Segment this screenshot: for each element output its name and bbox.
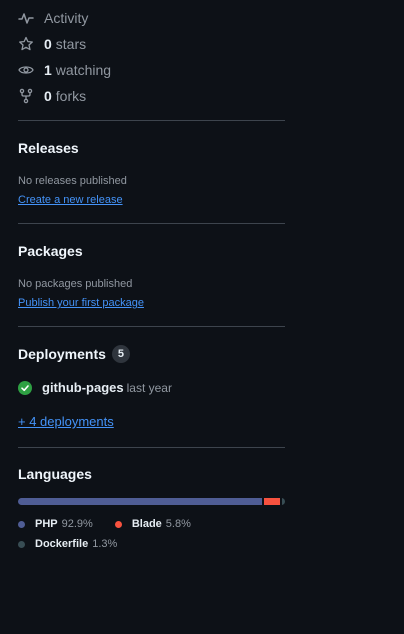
releases-section: Releases No releases published Create a … [18, 121, 285, 223]
deployment-time: last year [126, 380, 172, 395]
star-icon [18, 36, 34, 52]
language-percent: 5.8% [165, 518, 191, 530]
language-bar-segment-dockerfile [281, 498, 285, 505]
deployments-title: Deployments [18, 346, 106, 362]
more-deployments-link[interactable]: + 4 deployments [18, 414, 114, 429]
language-color-dot [18, 540, 25, 548]
check-circle-icon [18, 380, 32, 395]
stats-list: Activity 0 stars 1 watching 0 forks [18, 0, 285, 109]
activity-link[interactable]: Activity [18, 5, 285, 31]
stars-count: 0 [44, 36, 52, 52]
publish-package-link[interactable]: Publish your first package [18, 297, 144, 309]
stars-link[interactable]: 0 stars [18, 31, 285, 57]
releases-empty-text: No releases published [18, 175, 127, 187]
packages-section: Packages No packages published Publish y… [18, 224, 285, 326]
language-color-dot [18, 520, 25, 528]
releases-title[interactable]: Releases [18, 140, 285, 156]
languages-title: Languages [18, 466, 92, 482]
forks-count: 0 [44, 88, 52, 104]
language-bar-segment-php [18, 498, 263, 505]
packages-empty-text: No packages published [18, 278, 133, 290]
language-percent: 92.9% [61, 518, 93, 530]
fork-icon [18, 88, 34, 104]
forks-label: forks [55, 88, 87, 104]
stars-label: stars [55, 36, 87, 52]
language-item-php[interactable]: PHP 92.9% [18, 518, 93, 530]
language-color-dot [114, 520, 122, 528]
deployment-item: github-pages last year [18, 380, 285, 395]
eye-icon [18, 62, 34, 78]
repo-sidebar: Activity 0 stars 1 watching 0 forks Rele… [18, 0, 285, 554]
deployments-count-badge: 5 [111, 345, 130, 363]
watching-label: watching [55, 62, 112, 78]
deployment-name-link[interactable]: github-pages [42, 380, 124, 395]
forks-link[interactable]: 0 forks [18, 83, 285, 109]
deployments-header[interactable]: Deployments 5 [18, 345, 285, 363]
language-list: PHP 92.9% Blade 5.8% Dockerfile 1.3% [18, 514, 285, 554]
language-item-blade[interactable]: Blade 5.8% [114, 518, 191, 530]
deployments-section: Deployments 5 github-pages last year + 4… [18, 327, 285, 447]
language-bar-segment-blade [264, 498, 280, 505]
packages-title[interactable]: Packages [18, 243, 285, 259]
watching-link[interactable]: 1 watching [18, 57, 285, 83]
pulse-icon [18, 10, 34, 26]
language-percent: 1.3% [92, 538, 118, 550]
activity-label: Activity [44, 10, 89, 26]
language-item-dockerfile[interactable]: Dockerfile 1.3% [18, 538, 117, 550]
watching-count: 1 [44, 62, 52, 78]
language-name: Blade [131, 518, 162, 530]
languages-section: Languages PHP 92.9% Blade 5.8% Dockerfil… [18, 448, 285, 554]
language-name: PHP [35, 518, 58, 530]
language-name: Dockerfile [35, 538, 89, 550]
language-bar [18, 498, 285, 505]
create-release-link[interactable]: Create a new release [18, 194, 123, 206]
